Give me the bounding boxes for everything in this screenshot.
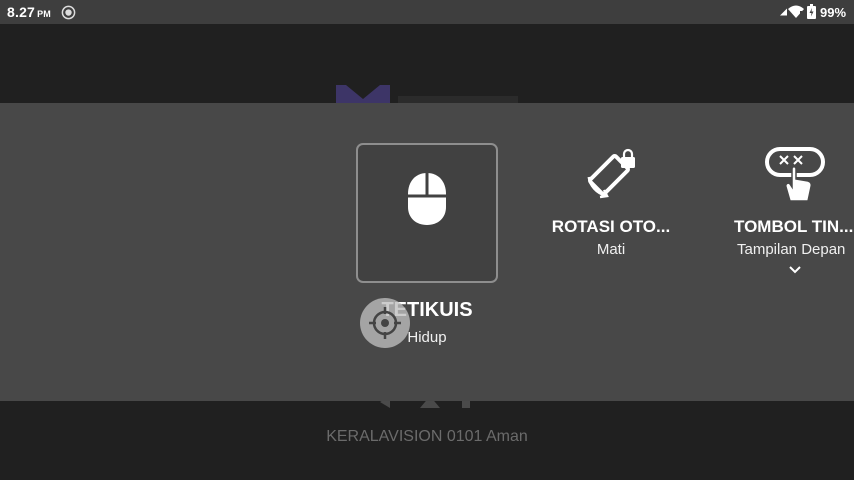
touch-button-icon	[765, 147, 825, 202]
touch-button-title: TOMBOL TIN...	[734, 217, 854, 236]
auto-rotate-tile[interactable]: ROTASI OTO... Mati	[551, 143, 671, 263]
quick-settings-panel: TETIKUIS Hidup ROTASI OTO... Mati TOMBOL…	[0, 103, 854, 401]
status-time: 8.27 PM	[7, 4, 51, 20]
network-status-text: KERALAVISION 0101 Aman	[326, 428, 528, 445]
chevron-down-icon[interactable]	[789, 265, 801, 275]
auto-rotate-title: ROTASI OTO...	[551, 217, 671, 236]
battery-percentage: 99%	[820, 5, 847, 20]
mouse-icon	[408, 173, 446, 225]
battery-icon	[807, 4, 816, 19]
mouse-tile[interactable]	[356, 143, 498, 283]
sync-icon	[61, 5, 76, 20]
screen-rotation-lock-icon	[587, 148, 635, 199]
auto-rotate-status: Mati	[596, 241, 626, 258]
crosshair-icon	[369, 307, 401, 339]
status-bar: 8.27 PM 99%	[0, 0, 854, 24]
signal-icon	[780, 8, 787, 16]
touch-button-status: Tampilan Depan	[737, 241, 846, 258]
touch-button-tile[interactable]: TOMBOL TIN... Tampilan Depan	[734, 143, 854, 283]
pointer-cursor	[360, 298, 410, 348]
wifi-icon	[788, 5, 804, 18]
status-ampm: PM	[37, 9, 51, 19]
